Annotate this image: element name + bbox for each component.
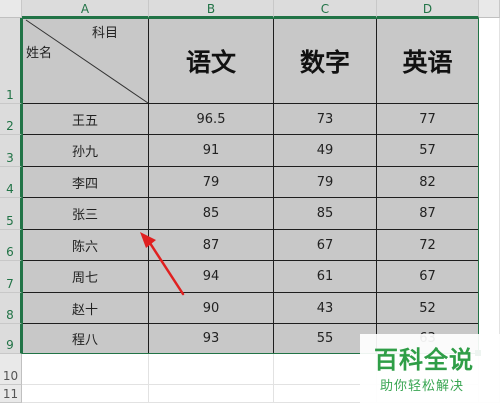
watermark-logo: 百科全说 助你轻松解决 [360, 334, 500, 403]
spreadsheet: A B C D 1 2 3 4 5 6 7 8 9 10 11 科目 姓名 语文… [0, 0, 500, 403]
watermark-title: 百科全说 [374, 346, 474, 374]
watermark-subtitle: 助你轻松解决 [380, 379, 465, 394]
